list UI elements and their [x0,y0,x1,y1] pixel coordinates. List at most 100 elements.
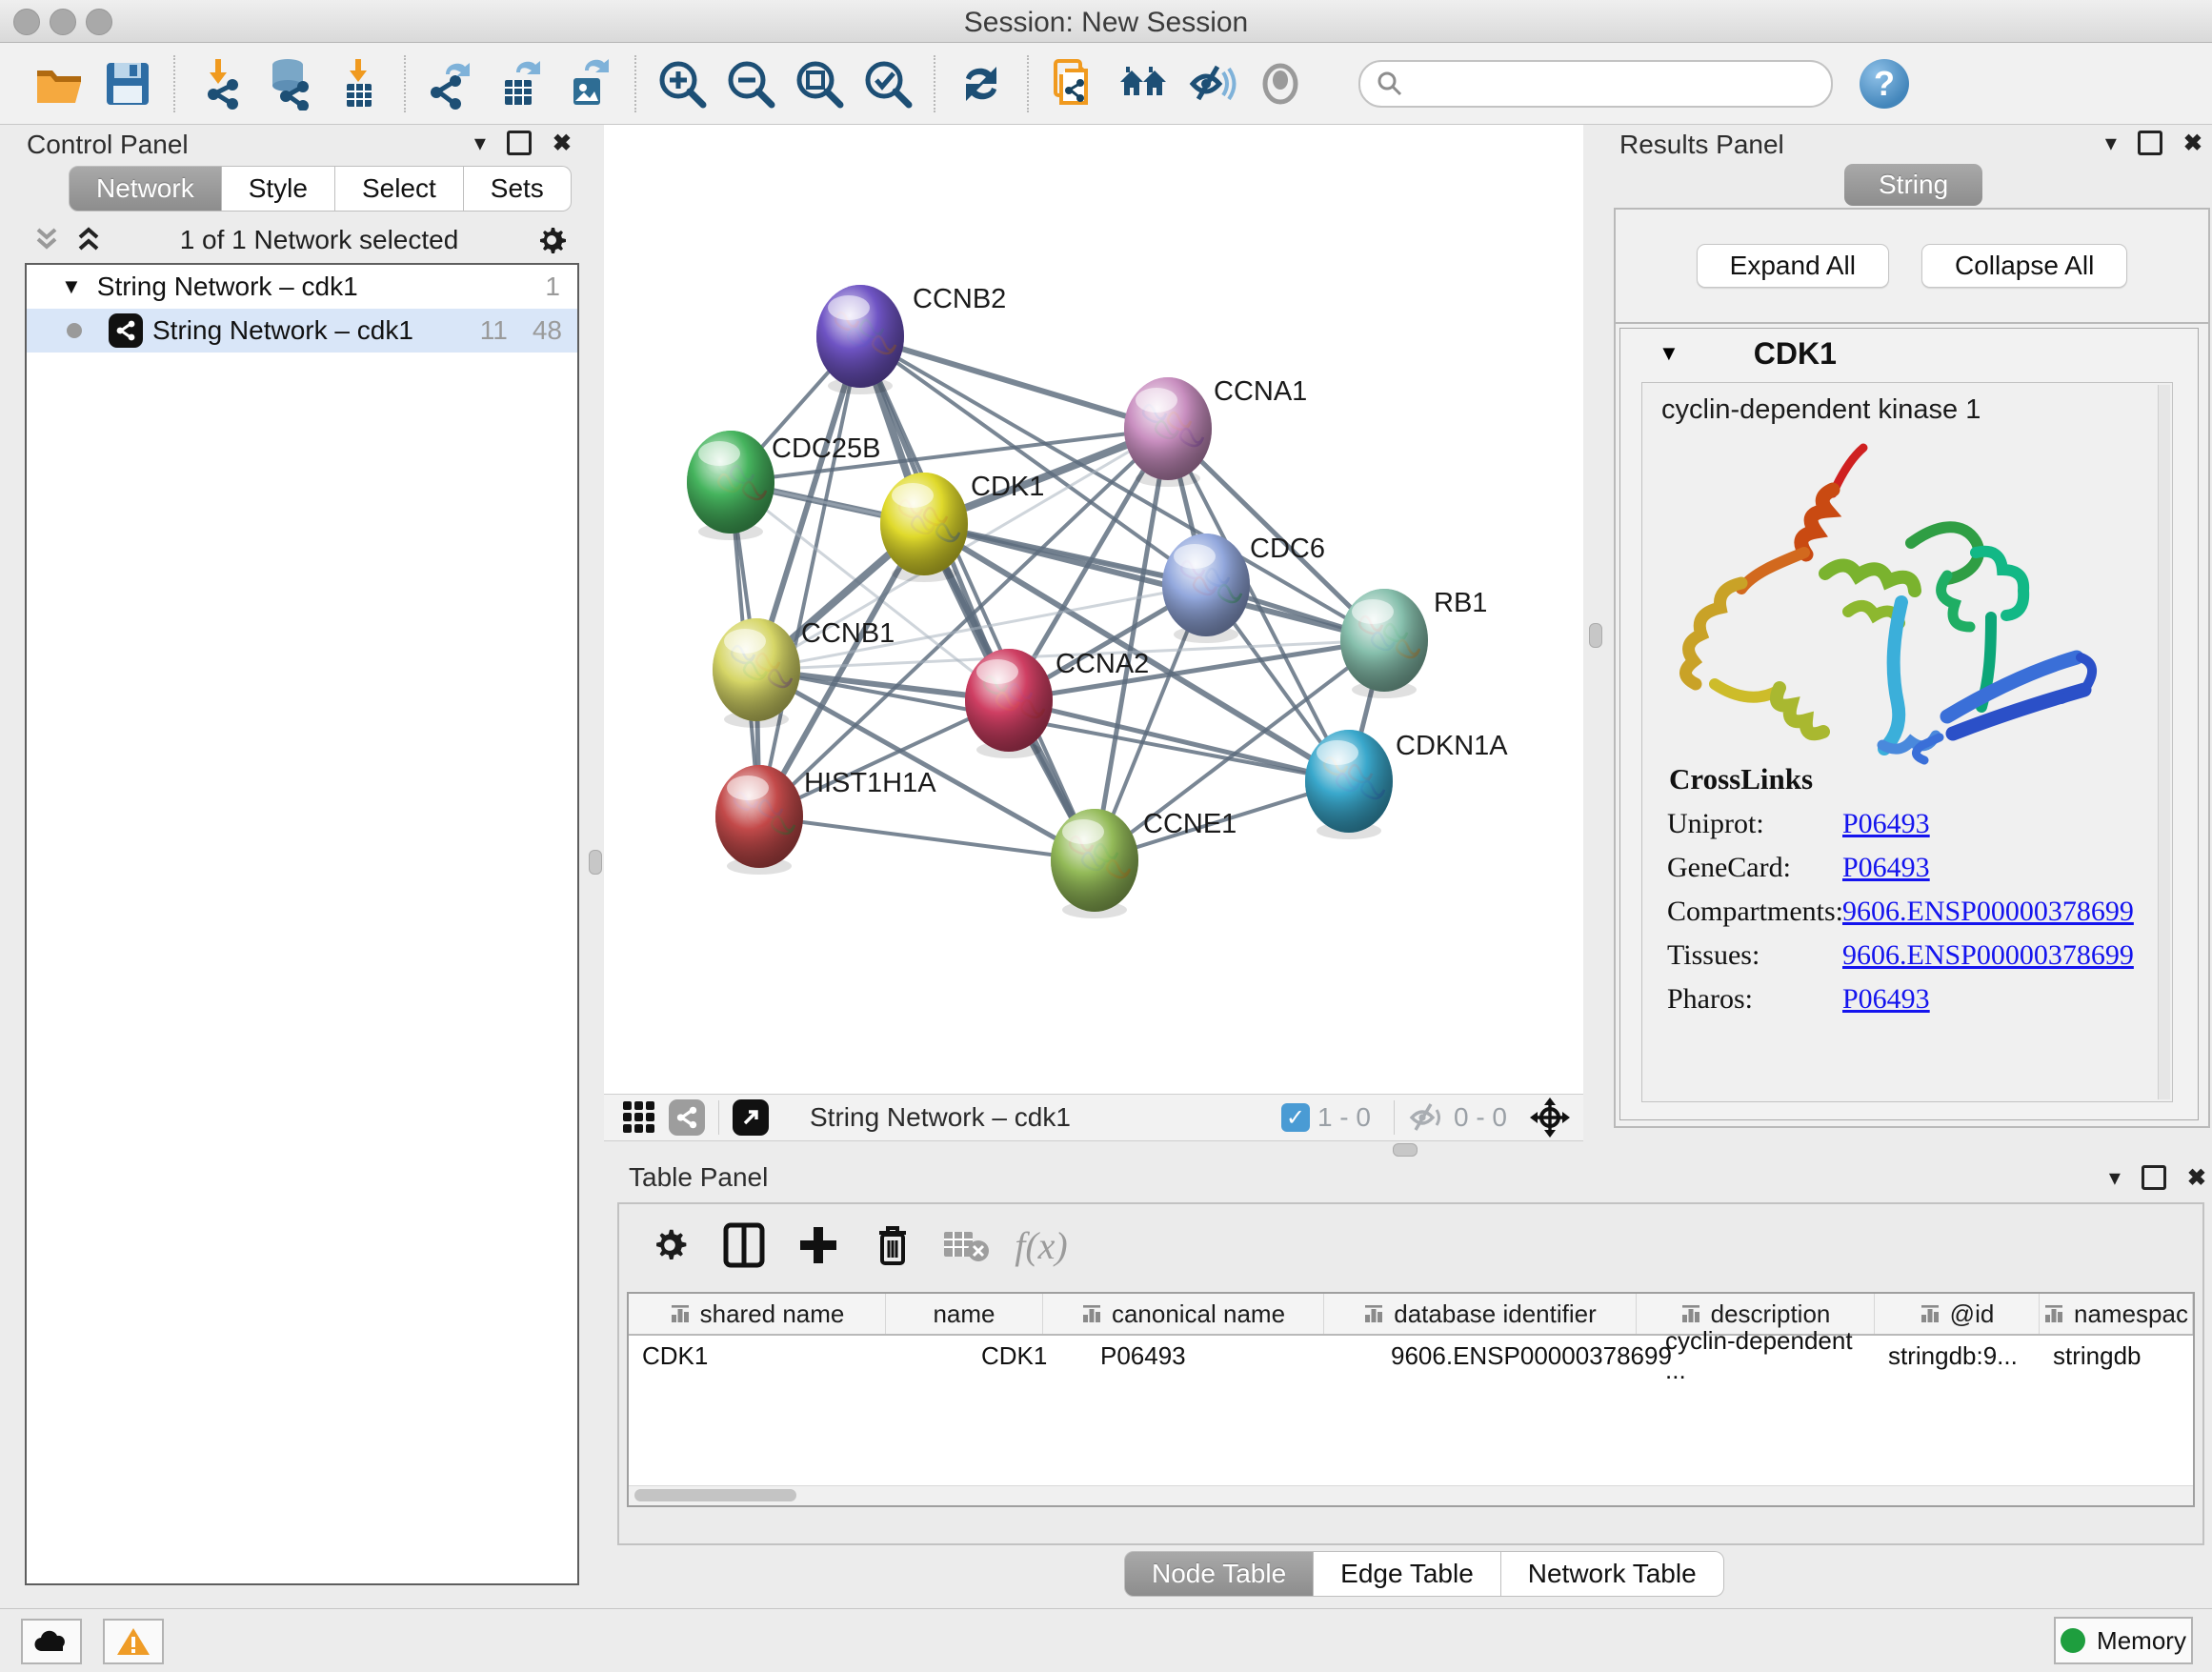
table-settings-gear-icon[interactable] [643,1219,696,1272]
export-image-icon[interactable] [559,54,618,113]
tab-node-table[interactable]: Node Table [1124,1551,1314,1597]
show-columns-icon[interactable] [717,1219,771,1272]
network-edge[interactable] [759,816,1095,860]
left-splitter-handle[interactable] [589,850,602,875]
column-header-canonical-name[interactable]: canonical name [1043,1294,1324,1334]
birds-eye-view-icon[interactable] [733,1099,769,1136]
network-node-ccne1[interactable]: CCNE1 [1051,809,1237,918]
crosslink-link[interactable]: 9606.ENSP00000378699 [1842,896,2134,928]
expand-all-icon[interactable] [72,226,105,254]
crosslink-label: Compartments: [1667,896,1842,928]
network-node-cdkn1a[interactable]: CDKN1A [1305,730,1508,839]
close-panel-icon[interactable]: ✖ [2187,1164,2206,1192]
crosslink-label: Uniprot: [1667,808,1842,840]
save-session-icon[interactable] [98,54,157,113]
zoom-out-icon[interactable] [721,54,780,113]
table-header-row: shared name name canonical name database… [629,1294,2193,1336]
float-panel-icon[interactable] [2142,1165,2166,1190]
grid-view-icon[interactable] [621,1099,657,1136]
crosslink-link[interactable]: P06493 [1842,808,1930,840]
network-node-hist1h1a[interactable]: HIST1H1A [715,765,936,875]
network-node-rb1[interactable]: RB1 [1340,588,1487,698]
network-share-view-icon[interactable] [669,1099,705,1136]
crosslink-link[interactable]: P06493 [1842,983,1930,1016]
tab-select[interactable]: Select [335,166,464,212]
crosslink-link[interactable]: P06493 [1842,852,1930,884]
network-row[interactable]: String Network – cdk1 11 48 [27,309,577,353]
tab-network[interactable]: Network [69,166,222,212]
crosslink-link[interactable]: 9606.ENSP00000378699 [1842,939,2134,972]
memory-button[interactable]: Memory [2054,1617,2193,1664]
export-table-icon[interactable] [491,54,550,113]
scrollbar-thumb[interactable] [634,1489,796,1501]
import-network-icon[interactable] [191,54,251,113]
cloud-status-button[interactable] [21,1619,82,1664]
tab-sets[interactable]: Sets [464,166,572,212]
right-splitter-handle[interactable] [1589,623,1602,648]
tab-style[interactable]: Style [222,166,335,212]
help-icon[interactable]: ? [1860,59,1909,109]
float-panel-icon[interactable] [2138,131,2162,155]
panel-menu-icon[interactable]: ▾ [2109,1164,2121,1192]
refresh-icon[interactable] [952,54,1011,113]
collection-expand-icon[interactable]: ▼ [61,274,82,299]
home-neighbors-icon[interactable] [1114,54,1173,113]
close-panel-icon[interactable]: ✖ [2183,130,2202,157]
node-table[interactable]: shared name name canonical name database… [627,1292,2195,1507]
tab-edge-table[interactable]: Edge Table [1314,1551,1501,1597]
network-node-ccna1[interactable]: CCNA1 [1124,376,1307,487]
expand-all-button[interactable]: Expand All [1697,244,1889,288]
zoom-selected-icon[interactable] [858,54,917,113]
network-canvas[interactable]: CCNB2CCNA1CDC25BCDK1CDC6RB1CCNB1CCNA2CDK… [604,125,1583,1094]
gear-icon[interactable] [533,222,570,258]
close-panel-icon[interactable]: ✖ [553,130,572,157]
search-input[interactable] [1414,68,1818,99]
node-label: CDC25B [772,433,880,464]
export-network-icon[interactable] [422,54,481,113]
copy-network-icon[interactable] [1045,54,1104,113]
network-node-count: 11 [480,315,508,346]
node-label: CDK1 [971,472,1044,502]
network-collection-row[interactable]: ▼ String Network – cdk1 1 [27,265,577,309]
table-horizontal-scrollbar[interactable] [629,1485,2193,1505]
zoom-fit-icon[interactable] [790,54,849,113]
tab-string[interactable]: String [1844,164,1982,206]
move-crosshair-icon[interactable] [1528,1096,1572,1139]
float-panel-icon[interactable] [507,131,532,155]
column-header-database-identifier[interactable]: database identifier [1324,1294,1637,1334]
network-tree: ▼ String Network – cdk1 1 String Network… [25,263,579,1585]
zoom-in-icon[interactable] [653,54,712,113]
tab-network-table[interactable]: Network Table [1501,1551,1724,1597]
open-session-icon[interactable] [30,54,89,113]
crosslink-label: Tissues: [1667,939,1842,972]
gene-expand-icon[interactable]: ▼ [1659,341,1679,366]
create-column-icon[interactable] [792,1219,845,1272]
collapse-all-icon[interactable] [30,226,63,254]
warnings-button[interactable] [103,1619,164,1664]
search-field[interactable] [1358,60,1833,108]
column-header-name[interactable]: name [886,1294,1043,1334]
column-header-at-id[interactable]: @id [1875,1294,2040,1334]
bottom-splitter-handle[interactable] [1393,1143,1418,1157]
column-header-shared-name[interactable]: shared name [629,1294,886,1334]
panel-menu-icon[interactable]: ▾ [474,130,486,157]
import-table-icon[interactable] [329,54,388,113]
delete-column-icon[interactable] [866,1219,919,1272]
network-edge[interactable] [759,336,860,816]
hidden-eye-icon[interactable] [1408,1101,1446,1134]
network-node-cdc6[interactable]: CDC6 [1162,534,1325,643]
network-node-ccnb2[interactable]: CCNB2 [816,284,1006,394]
selected-nodes-checkbox[interactable]: ✓ [1281,1103,1310,1132]
gene-header[interactable]: ▼ CDK1 [1620,329,2198,378]
panel-menu-icon[interactable]: ▾ [2105,130,2117,157]
table-row[interactable]: CDK1 CDK1 P06493 9606.ENSP00000378699 cy… [629,1336,2193,1376]
import-database-icon[interactable] [260,54,319,113]
hide-show-icon[interactable] [1182,54,1241,113]
string-actions-bar: Expand All Collapse All [1616,210,2208,324]
network-edge[interactable] [860,336,1168,429]
column-header-namespace[interactable]: namespac [2040,1294,2193,1334]
collapse-all-button[interactable]: Collapse All [1921,244,2127,288]
network-selected-summary: 1 of 1 Network selected [105,225,533,255]
eye-sphere-icon[interactable] [1251,54,1310,113]
cell-canonical-name: P06493 [1043,1336,1324,1376]
